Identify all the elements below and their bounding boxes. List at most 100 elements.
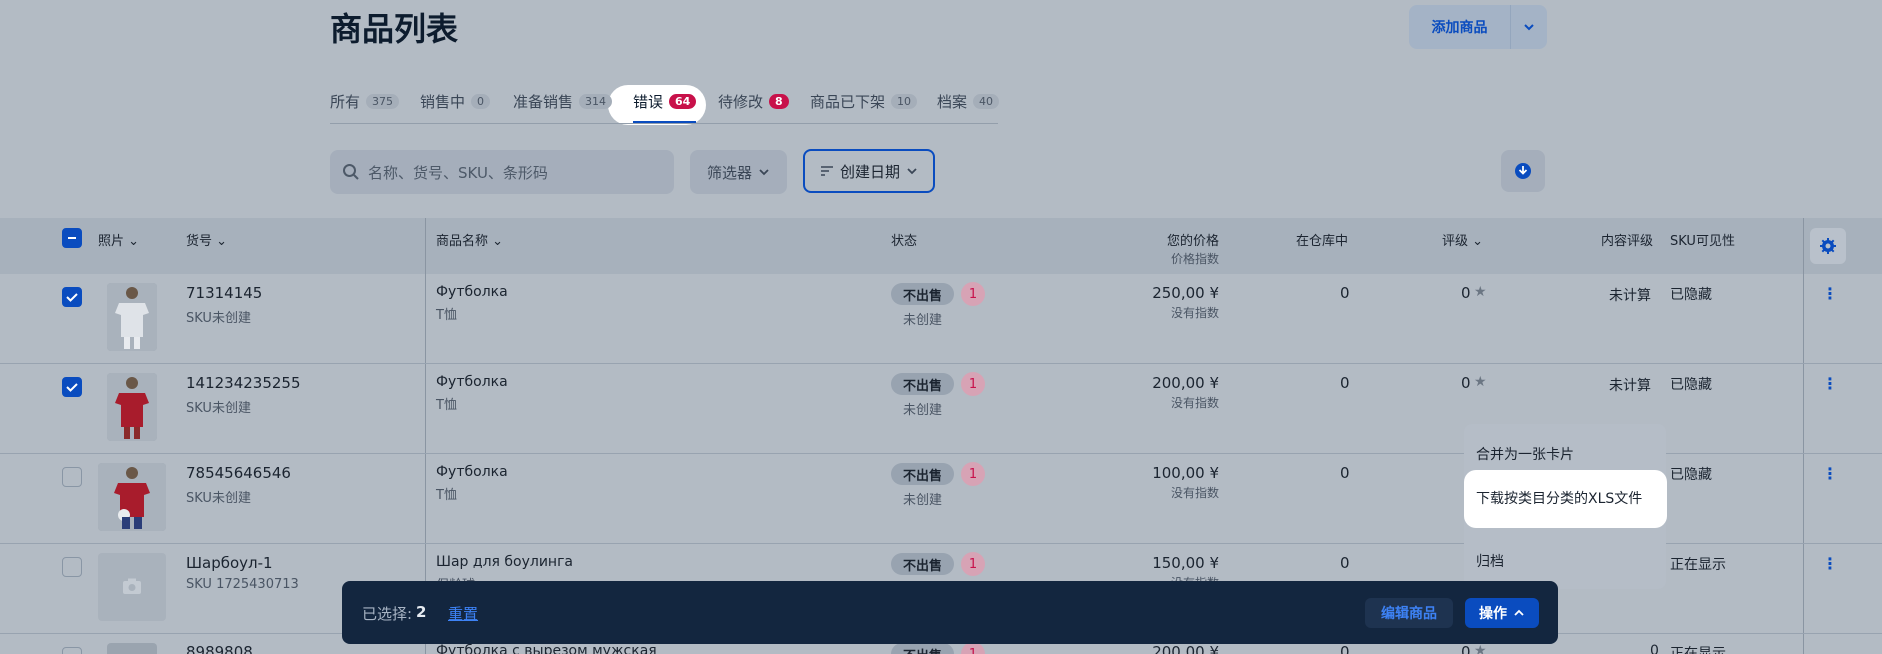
error-count-badge[interactable]: 1 — [961, 282, 985, 306]
tab-removed[interactable]: 商品已下架 10 — [810, 91, 918, 112]
menu-item-download-xls[interactable]: 下载按类目分类的XLS文件 — [1476, 488, 1642, 508]
status-badge: 不出售 — [891, 463, 955, 485]
edit-products-button[interactable]: 编辑商品 — [1365, 598, 1453, 628]
rating-value: 0 — [1461, 643, 1471, 654]
tab-needs-fix[interactable]: 待修改 8 — [718, 91, 789, 112]
price-value[interactable]: 100,00 ¥ — [1152, 464, 1219, 482]
gear-icon — [1820, 238, 1836, 254]
sku-text: SKU 1725430713 — [186, 577, 299, 592]
article-number[interactable]: 71314145 — [186, 284, 262, 302]
article-number[interactable]: 78545646546 — [186, 464, 291, 482]
add-product-dropdown-button[interactable] — [1511, 5, 1547, 49]
stock-value: 0 — [1340, 554, 1350, 572]
chevron-up-icon — [1514, 609, 1524, 616]
tab-count: 8 — [769, 94, 789, 109]
row-checkbox[interactable] — [62, 287, 82, 307]
row-more-icon[interactable]: ⋮ — [1822, 284, 1838, 303]
tab-label: 档案 — [937, 93, 968, 111]
price-value[interactable]: 200,00 ¥ — [1152, 643, 1219, 654]
price-value[interactable]: 150,00 ¥ — [1152, 554, 1219, 572]
status-sub: 未创建 — [903, 493, 943, 508]
error-count-badge[interactable]: 1 — [961, 462, 985, 486]
row-checkbox[interactable] — [62, 647, 82, 654]
tab-label: 待修改 — [718, 93, 764, 111]
content-rating: 未计算 — [1609, 378, 1651, 394]
selected-count: 2 — [416, 603, 427, 621]
error-count-badge[interactable]: 1 — [961, 372, 985, 396]
product-type: T恤 — [436, 308, 457, 323]
product-name[interactable]: Шар для боулинга — [436, 554, 573, 570]
product-type: T恤 — [436, 488, 457, 503]
content-rating: 0 — [1650, 643, 1659, 654]
product-name[interactable]: Футболка — [436, 374, 508, 390]
product-name[interactable]: Футболка — [436, 284, 508, 300]
row-more-icon[interactable]: ⋮ — [1822, 554, 1838, 573]
status-badge: 不出售 — [891, 283, 955, 305]
price-index: 没有指数 — [1170, 486, 1219, 500]
tab-errors[interactable]: 错误 64 — [633, 91, 697, 123]
article-number[interactable]: 8989808 — [186, 643, 253, 654]
sort-by-date-button[interactable]: 创建日期 — [803, 149, 935, 193]
tab-label: 准备销售 — [513, 93, 574, 111]
status-tabs: 所有 375 销售中 0 准备销售 314 错误 64 待修改 8 商品已下架 10 档案 4… — [330, 86, 1000, 124]
menu-item-archive[interactable]: 归档 — [1476, 551, 1504, 571]
tab-ready[interactable]: 准备销售 314 — [513, 91, 613, 112]
product-photo[interactable] — [107, 373, 157, 441]
product-photo[interactable] — [107, 643, 157, 654]
filter-button[interactable]: 筛选器 — [690, 150, 787, 194]
status-badge: 不出售 — [891, 373, 955, 395]
search-input[interactable]: 名称、货号、SKU、条形码 — [330, 150, 674, 194]
table-header: 照片 ⌄ 货号 ⌄ 商品名称 ⌄ 状态 您的价格 价格指数 在仓库中 评级 ⌄ … — [0, 218, 1882, 274]
column-status: 状态 — [891, 234, 918, 249]
product-name[interactable]: Футболка с вырезом мужская — [436, 643, 657, 654]
price-value[interactable]: 250,00 ¥ — [1152, 284, 1219, 302]
tab-archive[interactable]: 档案 40 — [937, 91, 1000, 112]
product-name[interactable]: Футболка — [436, 464, 508, 480]
tab-all[interactable]: 所有 375 — [330, 91, 400, 112]
price-value[interactable]: 200,00 ¥ — [1152, 374, 1219, 392]
rating-value: 0 — [1461, 374, 1471, 392]
download-icon — [1515, 163, 1531, 179]
row-checkbox[interactable] — [62, 377, 82, 397]
table-row[interactable]: 71314145 SKU未创建 Футболка T恤 不出售 1 未创建 25… — [0, 274, 1882, 364]
column-photo[interactable]: 照片 ⌄ — [98, 230, 139, 249]
actions-label: 操作 — [1479, 606, 1507, 622]
tab-count: 40 — [973, 94, 1000, 109]
row-more-icon[interactable]: ⋮ — [1822, 464, 1838, 483]
error-count-badge[interactable]: 1 — [961, 552, 985, 576]
menu-item-download-xls-highlight[interactable]: 下载按类目分类的XLS文件 — [1464, 470, 1667, 528]
selection-bar: 已选择: 2 重置 编辑商品 操作 — [342, 581, 1558, 644]
row-checkbox[interactable] — [62, 557, 82, 577]
tab-count: 0 — [471, 94, 491, 109]
product-photo[interactable] — [107, 283, 157, 351]
row-checkbox[interactable] — [62, 467, 82, 487]
actions-button[interactable]: 操作 — [1465, 598, 1539, 628]
tab-label: 商品已下架 — [810, 93, 886, 111]
menu-item-merge[interactable]: 合并为一张卡片 — [1476, 444, 1574, 464]
article-number[interactable]: Шарбоул-1 — [186, 554, 273, 572]
product-photo-placeholder[interactable] — [98, 553, 166, 621]
tshirt-photo — [107, 283, 157, 351]
column-settings-button[interactable] — [1810, 228, 1846, 264]
visibility-value: 已隐藏 — [1670, 287, 1712, 303]
column-article[interactable]: 货号 ⌄ — [186, 230, 227, 249]
select-all-checkbox[interactable] — [62, 228, 82, 248]
visibility-value: 已隐藏 — [1670, 467, 1712, 483]
reset-link[interactable]: 重置 — [448, 603, 478, 624]
tab-count: 314 — [579, 94, 613, 109]
add-product-button[interactable]: 添加商品 — [1409, 5, 1511, 49]
status-sub: 未创建 — [903, 313, 943, 328]
tab-on-sale[interactable]: 销售中 0 — [420, 91, 491, 112]
chevron-down-icon — [1524, 24, 1534, 31]
row-more-icon[interactable]: ⋮ — [1822, 374, 1838, 393]
sort-icon — [820, 166, 833, 176]
product-type: T恤 — [436, 398, 457, 413]
stock-value: 0 — [1340, 464, 1350, 482]
product-photo[interactable] — [98, 463, 166, 531]
download-button[interactable] — [1501, 150, 1545, 192]
check-icon — [66, 383, 78, 392]
price-index: 没有指数 — [1170, 306, 1219, 320]
article-number[interactable]: 141234235255 — [186, 374, 301, 392]
column-name[interactable]: 商品名称 ⌄ — [436, 230, 503, 249]
column-rating[interactable]: 评级 ⌄ — [1442, 230, 1483, 249]
